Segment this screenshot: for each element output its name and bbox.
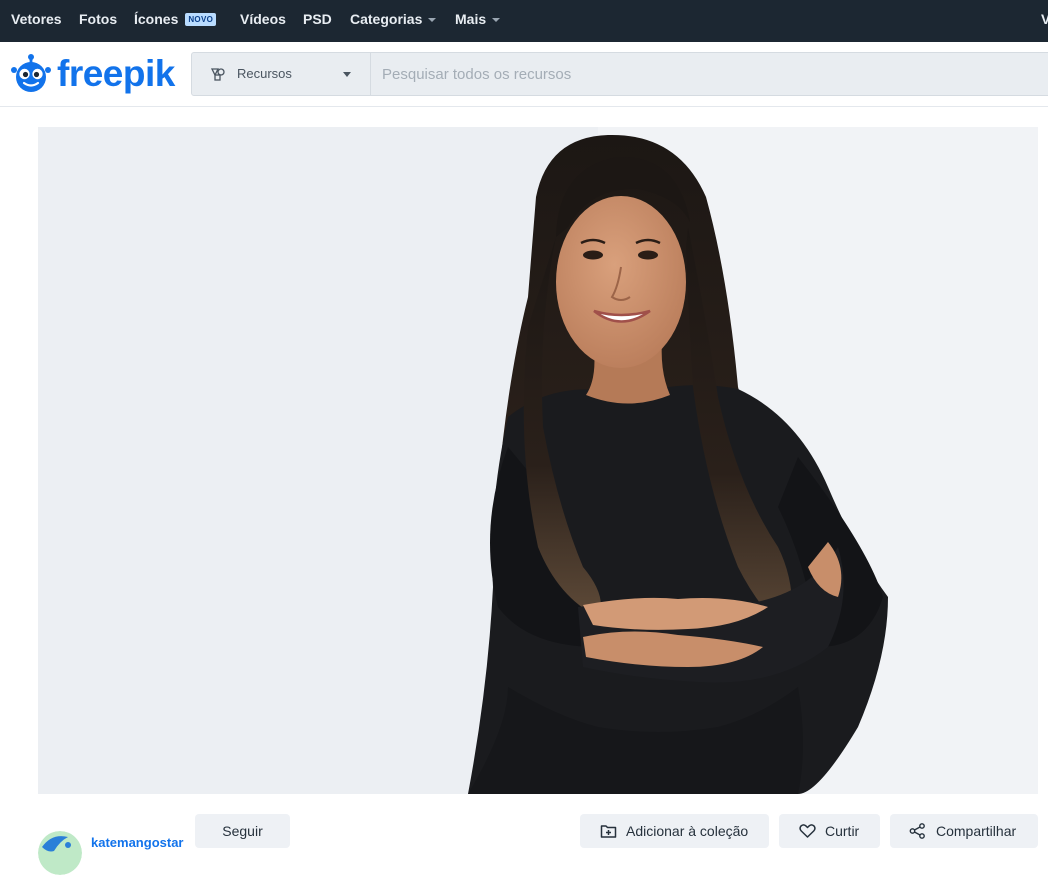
- search-input[interactable]: [372, 53, 1032, 95]
- avatar-image: [38, 831, 82, 875]
- nav-item-icones[interactable]: Ícones NOVO: [134, 0, 217, 42]
- main-photo[interactable]: [38, 127, 1038, 794]
- new-badge: NOVO: [185, 13, 217, 26]
- chevron-down-icon: [428, 18, 437, 22]
- nav-item-truncated[interactable]: V: [1041, 0, 1048, 42]
- search-bar: Recursos: [191, 52, 1048, 96]
- resource-select-value: Recursos: [237, 66, 292, 81]
- nav-item-videos[interactable]: Vídeos: [240, 0, 286, 42]
- photo-portrait-illustration: [38, 127, 1038, 794]
- nav-item-vetores[interactable]: Vetores: [11, 0, 62, 42]
- like-button[interactable]: Curtir: [779, 814, 880, 848]
- heart-icon: [799, 824, 816, 838]
- share-button[interactable]: Compartilhar: [890, 814, 1038, 848]
- freepik-logo[interactable]: freepik: [10, 50, 176, 98]
- nav-item-mais[interactable]: Mais: [455, 0, 501, 42]
- top-navigation-bar: Vetores Fotos Ícones NOVO Vídeos PSD Cate…: [0, 0, 1048, 42]
- chevron-down-icon: [492, 18, 501, 22]
- freepik-mascot-icon: [11, 54, 51, 92]
- resources-icon: [210, 68, 225, 81]
- folder-plus-icon: [600, 825, 617, 838]
- nav-item-categorias[interactable]: Categorias: [350, 0, 437, 42]
- nav-item-psd[interactable]: PSD: [303, 0, 332, 42]
- resource-type-select[interactable]: Recursos: [192, 53, 371, 95]
- share-icon: [909, 823, 925, 839]
- author-avatar[interactable]: [38, 831, 82, 875]
- follow-button[interactable]: Seguir: [195, 814, 290, 848]
- nav-item-fotos[interactable]: Fotos: [79, 0, 117, 42]
- chevron-down-icon: [343, 72, 351, 77]
- author-name-link[interactable]: katemangostar: [91, 835, 183, 850]
- add-to-collection-button[interactable]: Adicionar à coleção: [580, 814, 769, 848]
- logo-wordmark: freepik: [57, 53, 175, 94]
- site-header: freepik Recursos: [0, 42, 1048, 107]
